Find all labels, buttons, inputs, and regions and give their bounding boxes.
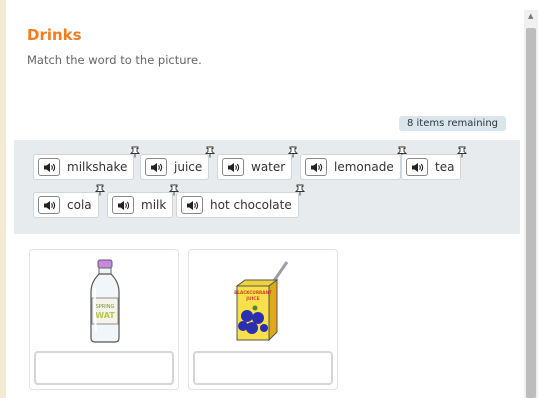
left-border [0, 0, 6, 398]
word-chip-water[interactable]: water [217, 146, 299, 180]
speaker-icon[interactable] [222, 158, 244, 176]
word-label: water [251, 160, 286, 174]
word-chip-milkshake[interactable]: milkshake [33, 146, 141, 180]
pin-icon [294, 184, 305, 196]
word-label: cola [67, 198, 92, 212]
word-chip-tea[interactable]: tea [401, 146, 468, 180]
pin-icon [205, 146, 216, 158]
word-bank: milkshake juice water lemonade tea cola [14, 140, 520, 234]
word-label: lemonade [334, 160, 394, 174]
word-chip-lemonade[interactable]: lemonade [300, 146, 407, 180]
word-label: hot chocolate [210, 198, 292, 212]
speaker-icon[interactable] [112, 196, 134, 214]
drop-zone-juice-box[interactable] [193, 351, 333, 385]
activity-instructions: Match the word to the picture. [27, 53, 202, 67]
speaker-icon[interactable] [305, 158, 327, 176]
svg-text:BLACKCURRANT: BLACKCURRANT [234, 290, 272, 295]
speaker-icon[interactable] [406, 158, 428, 176]
picture-card-water-bottle: SPRING WAT [29, 249, 179, 390]
activity-title: Drinks [27, 26, 82, 44]
picture-card-juice-box: BLACKCURRANT JUICE [188, 249, 338, 390]
pin-icon [288, 146, 299, 158]
word-chip-juice[interactable]: juice [140, 146, 216, 180]
svg-text:JUICE: JUICE [245, 296, 259, 302]
drop-zone-water-bottle[interactable] [34, 351, 174, 385]
scrollbar-thumb[interactable] [526, 28, 536, 398]
pin-icon [130, 146, 141, 158]
pin-icon [457, 146, 468, 158]
scroll-up-arrow-icon[interactable]: ▲ [528, 12, 533, 20]
word-label: juice [174, 160, 203, 174]
word-chip-cola[interactable]: cola [33, 184, 105, 218]
svg-text:SPRING: SPRING [96, 304, 115, 310]
speaker-icon[interactable] [38, 158, 60, 176]
word-label: tea [435, 160, 455, 174]
svg-text:WAT: WAT [95, 311, 115, 320]
pin-icon [94, 184, 105, 196]
items-remaining-badge: 8 items remaining [398, 116, 506, 131]
scrollbar[interactable]: ▲ [524, 10, 538, 398]
juice-box-image: BLACKCURRANT JUICE [234, 261, 289, 342]
speaker-icon[interactable] [181, 196, 203, 214]
word-chip-hot-chocolate[interactable]: hot chocolate [176, 184, 305, 218]
speaker-icon[interactable] [38, 196, 60, 214]
word-label: milkshake [67, 160, 128, 174]
speaker-icon[interactable] [145, 158, 167, 176]
word-label: milk [141, 198, 167, 212]
word-chip-milk[interactable]: milk [107, 184, 180, 218]
water-bottle-image: SPRING WAT [90, 259, 120, 343]
activity-panel: Drinks Match the word to the picture. 8 … [14, 14, 520, 398]
